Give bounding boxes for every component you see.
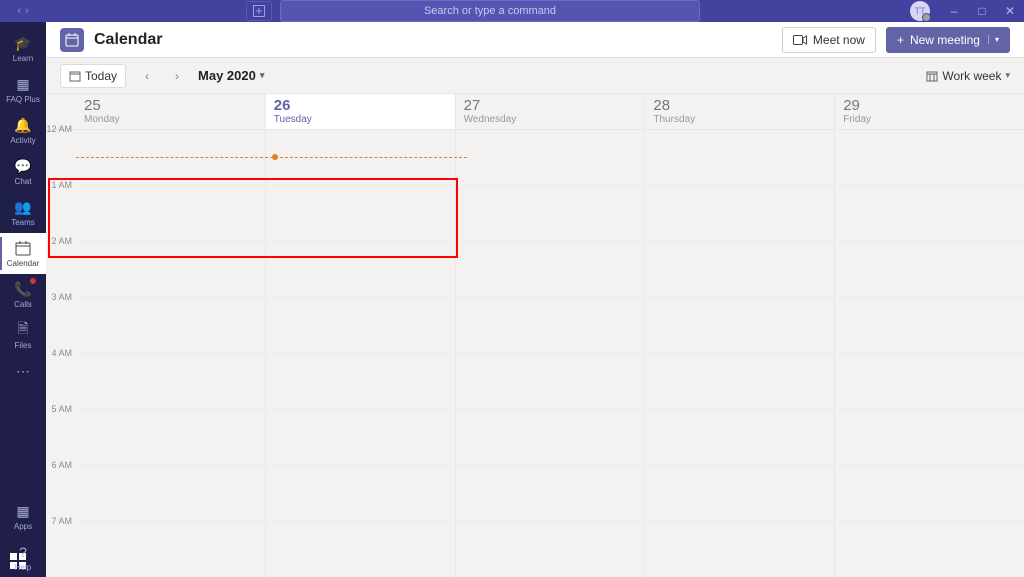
day-header: 26 Tuesday [266,94,455,130]
calendar-small-icon [926,70,938,82]
new-tab-button[interactable] [246,1,272,21]
meet-now-button[interactable]: Meet now [782,27,876,53]
plus-box-icon [253,5,265,17]
day-header: 29 Friday [835,94,1024,130]
day-header: 25 Monday [76,94,265,130]
today-button[interactable]: Today [60,64,126,88]
day-column-fri[interactable]: 29 Friday [835,94,1024,577]
history-nav: ‹ › [0,5,46,17]
rail-item-files[interactable]: 🗎 Files [0,315,46,356]
page-title: Calendar [94,31,162,49]
back-icon[interactable]: ‹ [17,5,21,17]
day-column-tue[interactable]: 26 Tuesday [266,94,456,577]
calendar-header: Calendar Meet now + New meeting ▾ [46,22,1024,58]
teams-icon: 👥 [14,198,32,216]
time-gutter: 12 AM 1 AM 2 AM 3 AM 4 AM 5 AM 6 AM 7 AM [46,94,76,577]
minimize-button[interactable]: – [940,4,968,18]
new-meeting-button[interactable]: + New meeting ▾ [886,27,1010,53]
notification-badge [30,278,36,284]
chat-icon: 💬 [14,157,32,175]
command-search[interactable]: Search or type a command [280,0,700,22]
chevron-down-icon: ▾ [1005,70,1010,81]
now-indicator-dot [272,154,278,160]
day-header: 28 Thursday [645,94,834,130]
rail-item-chat[interactable]: 💬 Chat [0,151,46,192]
maximize-button[interactable]: □ [968,4,996,18]
rail-item-learn[interactable]: 🎓 Learn [0,28,46,69]
calendar-grid[interactable]: 12 AM 1 AM 2 AM 3 AM 4 AM 5 AM 6 AM 7 AM… [46,94,1024,577]
forward-icon[interactable]: › [25,5,29,17]
plus-icon: + [897,33,904,47]
app-rail: 🎓 Learn ▦ FAQ Plus 🔔 Activity 💬 Chat 👥 T… [0,22,46,577]
rail-item-teams[interactable]: 👥 Teams [0,192,46,233]
rail-item-help[interactable]: ? Help [0,537,46,577]
phone-icon: 📞 [14,280,32,298]
bell-icon: 🔔 [14,116,32,134]
apps-icon: ▦ [14,502,32,520]
rail-item-more[interactable]: ⋯ [0,356,46,386]
month-picker[interactable]: May 2020 ▾ [198,68,264,83]
day-column-wed[interactable]: 27 Wednesday [456,94,646,577]
view-selector[interactable]: Work week ▾ [926,69,1010,83]
day-column-mon[interactable]: 25 Monday [76,94,266,577]
calendar-icon [14,239,32,257]
search-placeholder: Search or type a command [424,5,556,17]
more-icon: ⋯ [14,362,32,380]
rail-item-activity[interactable]: 🔔 Activity [0,110,46,151]
chevron-down-icon: ▾ [260,70,265,81]
rail-item-calendar[interactable]: Calendar [0,233,46,274]
chevron-down-icon: ▾ [988,35,999,44]
day-column-thu[interactable]: 28 Thursday [645,94,835,577]
calendar-subbar: Today ‹ › May 2020 ▾ Work week ▾ [46,58,1024,94]
day-header: 27 Wednesday [456,94,645,130]
titlebar: ‹ › Search or type a command TT – □ ✕ [0,0,1024,22]
files-icon: 🗎 [14,321,32,339]
video-icon [793,35,807,45]
rail-item-faqplus[interactable]: ▦ FAQ Plus [0,69,46,110]
rail-item-apps[interactable]: ▦ Apps [0,496,46,537]
learn-icon: 🎓 [14,34,32,52]
main-area: Calendar Meet now + New meeting ▾ Today … [46,22,1024,577]
rail-item-calls[interactable]: 📞 Calls [0,274,46,315]
user-avatar[interactable]: TT [910,1,930,21]
prev-period-button[interactable]: ‹ [138,67,156,85]
faq-icon: ▦ [14,75,32,93]
next-period-button[interactable]: › [168,67,186,85]
calendar-small-icon [69,70,81,82]
close-button[interactable]: ✕ [996,4,1024,18]
help-icon: ? [14,543,32,561]
calendar-app-icon [60,28,84,52]
